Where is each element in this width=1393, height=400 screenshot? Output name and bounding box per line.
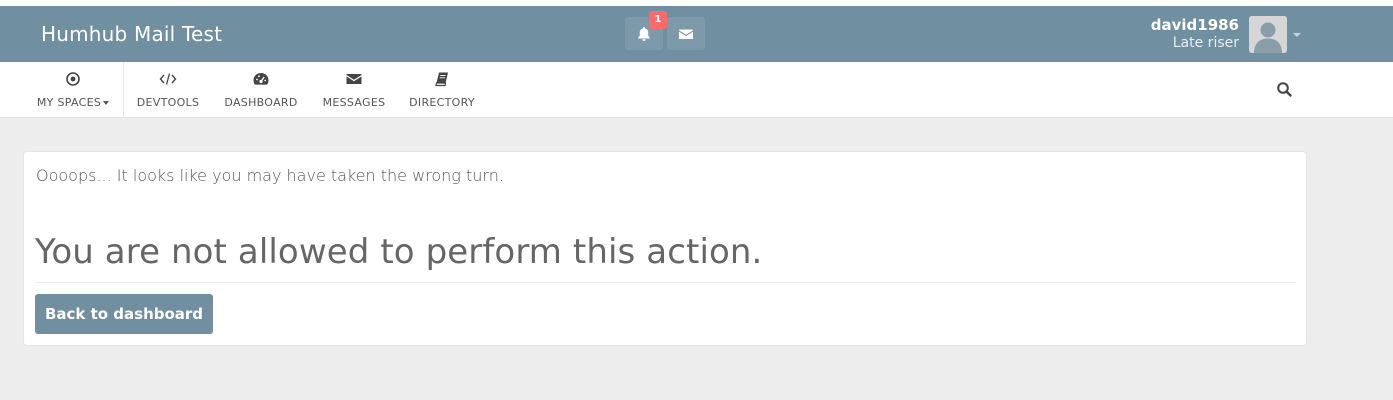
- main-menu: MY SPACES DEVTOOLS DASHBOARD MESSAGES DI…: [0, 62, 1393, 118]
- menu-label-directory: DIRECTORY: [409, 96, 475, 109]
- messages-button[interactable]: [667, 17, 705, 50]
- avatar[interactable]: [1249, 16, 1287, 53]
- error-heading: You are not allowed to perform this acti…: [35, 232, 763, 272]
- user-silhouette-icon: [1249, 16, 1287, 53]
- menu-item-my-spaces[interactable]: MY SPACES: [29, 62, 117, 118]
- search-icon[interactable]: [1276, 81, 1293, 102]
- user-name[interactable]: david1986: [1151, 16, 1239, 34]
- menu-item-devtools[interactable]: DEVTOOLS: [132, 62, 204, 118]
- menu-label-messages: MESSAGES: [322, 96, 386, 109]
- envelope-icon: [345, 71, 363, 90]
- back-to-dashboard-button[interactable]: Back to dashboard: [35, 294, 213, 334]
- book-icon: [434, 71, 450, 90]
- notification-count-badge: 1: [649, 11, 667, 29]
- error-message: Oooops... It looks like you may have tak…: [36, 166, 504, 185]
- menu-item-messages[interactable]: MESSAGES: [319, 62, 389, 118]
- error-panel: Oooops... It looks like you may have tak…: [23, 151, 1307, 346]
- menu-label-devtools: DEVTOOLS: [136, 96, 200, 109]
- menu-label-dashboard: DASHBOARD: [224, 96, 298, 109]
- divider: [36, 282, 1296, 283]
- app-title[interactable]: Humhub Mail Test: [41, 22, 222, 46]
- menu-label-my-spaces: MY SPACES: [36, 96, 102, 109]
- top-navbar: Humhub Mail Test 1 david1986 Late riser: [0, 6, 1393, 62]
- dropdown-caret-icon: [103, 101, 110, 105]
- code-icon: [159, 71, 177, 90]
- menu-divider: [123, 62, 124, 118]
- dashboard-icon: [252, 71, 270, 90]
- menu-item-dashboard[interactable]: DASHBOARD: [221, 62, 301, 118]
- user-menu-caret-icon[interactable]: [1293, 33, 1301, 37]
- envelope-icon: [679, 29, 693, 39]
- user-title: Late riser: [1172, 35, 1239, 51]
- menu-item-directory[interactable]: DIRECTORY: [405, 62, 479, 118]
- dot-circle-icon: [65, 71, 81, 90]
